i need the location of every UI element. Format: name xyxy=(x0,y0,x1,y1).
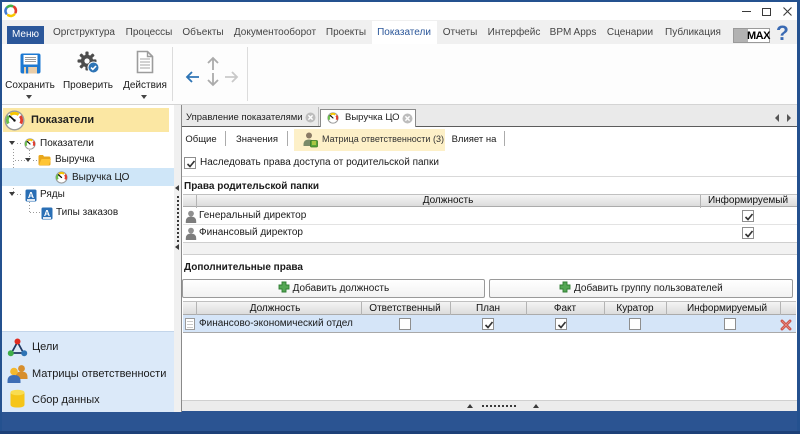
svg-text:A: A xyxy=(28,190,34,200)
svg-text:A: A xyxy=(44,208,50,218)
